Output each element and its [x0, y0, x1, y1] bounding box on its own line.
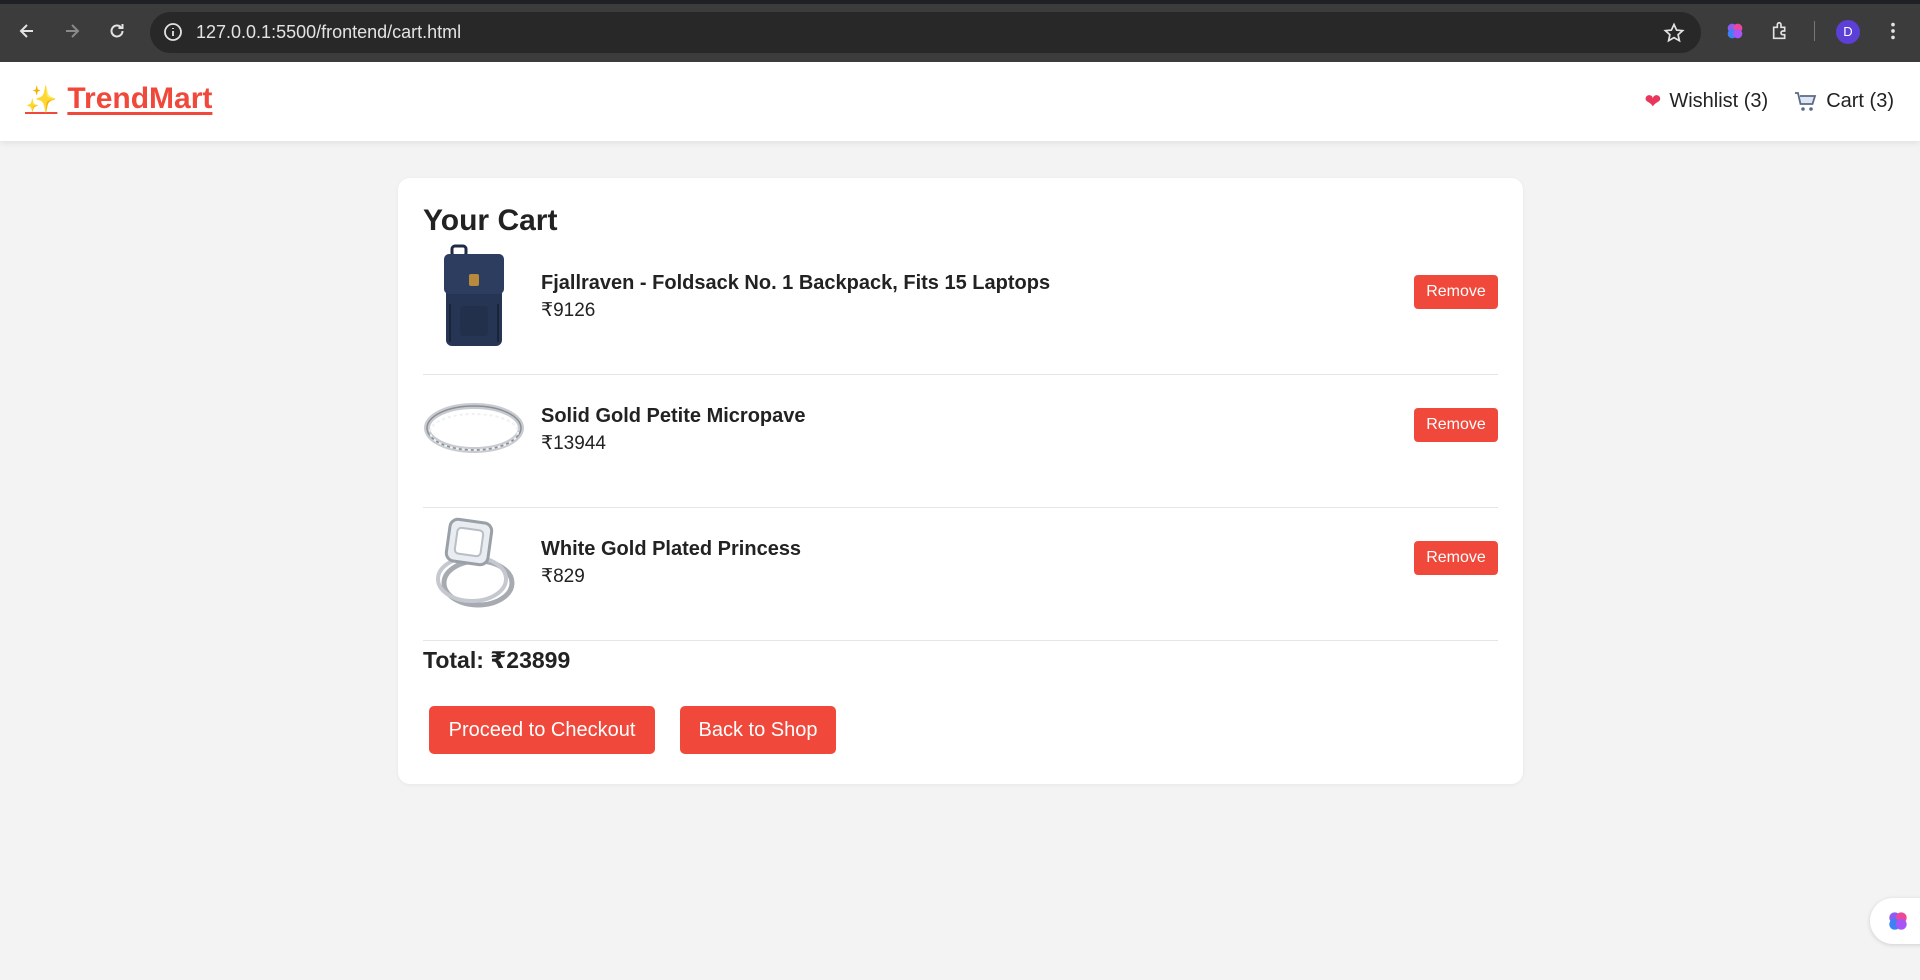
item-price: ₹9126 [541, 300, 596, 321]
bookmark-star-icon[interactable] [1663, 22, 1685, 44]
profile-avatar[interactable]: D [1836, 20, 1860, 44]
brain-extension-icon[interactable] [1722, 18, 1748, 44]
menu-kebab-icon[interactable] [1880, 18, 1906, 44]
remove-button[interactable]: Remove [1414, 275, 1498, 309]
logo-text[interactable]: TrendMart [67, 82, 212, 116]
extensions-puzzle-icon[interactable] [1768, 18, 1794, 44]
site-info-icon[interactable] [162, 21, 184, 43]
proceed-to-checkout-button[interactable]: Proceed to Checkout [429, 706, 655, 754]
engagement-ring-image [423, 508, 525, 613]
item-name[interactable]: White Gold Plated Princess [541, 538, 801, 561]
item-price: ₹13944 [541, 433, 606, 454]
site-header: ✨ TrendMart ❤ Wishlist (3) Cart (3) [0, 62, 1920, 141]
item-name[interactable]: Solid Gold Petite Micropave [541, 405, 806, 428]
wishlist-link[interactable]: ❤ Wishlist (3) [1645, 89, 1769, 114]
floating-assistant-button[interactable] [1870, 898, 1920, 944]
cart-label[interactable]: Cart (3) [1826, 90, 1894, 113]
shopping-cart-icon [1795, 91, 1817, 111]
reload-button[interactable] [100, 14, 134, 48]
arrow-right-icon [66, 24, 80, 38]
ring-band-image [423, 375, 525, 480]
arrow-left-icon [19, 24, 33, 38]
remove-button[interactable]: Remove [1414, 541, 1498, 575]
cart-item: White Gold Plated Princess ₹829 Remove [423, 508, 1498, 641]
item-price: ₹829 [541, 566, 585, 587]
cart-item: Solid Gold Petite Micropave ₹13944 Remov… [423, 375, 1498, 508]
remove-button[interactable]: Remove [1414, 408, 1498, 442]
page-title: Your Cart [423, 204, 558, 237]
tab-strip [0, 0, 1920, 4]
brain-icon [1889, 912, 1907, 930]
cart-item: Fjallraven - Foldsack No. 1 Backpack, Fi… [423, 242, 1498, 375]
address-bar[interactable]: 127.0.0.1:5500/frontend/cart.html [150, 12, 1701, 53]
sparkles-icon: ✨ [25, 83, 58, 114]
backpack-image [423, 242, 525, 347]
cart-total: Total: ₹23899 [423, 647, 571, 673]
back-button[interactable] [10, 14, 44, 48]
item-name[interactable]: Fjallraven - Foldsack No. 1 Backpack, Fi… [541, 272, 1050, 295]
toolbar-divider [1814, 21, 1815, 41]
cart-panel: Your Cart Fjallraven - Foldsack No. 1 Ba… [398, 178, 1523, 784]
cart-link[interactable]: Cart (3) [1794, 90, 1894, 113]
wishlist-label[interactable]: Wishlist (3) [1669, 90, 1768, 113]
forward-button[interactable] [55, 14, 89, 48]
heart-icon: ❤ [1644, 91, 1662, 113]
reload-icon [110, 24, 124, 38]
browser-toolbar: 127.0.0.1:5500/frontend/cart.html D [0, 0, 1920, 62]
back-to-shop-button[interactable]: Back to Shop [680, 706, 836, 754]
header-nav: ❤ Wishlist (3) Cart (3) [1645, 62, 1894, 141]
site-logo[interactable]: ✨ TrendMart [25, 82, 212, 116]
url-text[interactable]: 127.0.0.1:5500/frontend/cart.html [196, 12, 461, 53]
